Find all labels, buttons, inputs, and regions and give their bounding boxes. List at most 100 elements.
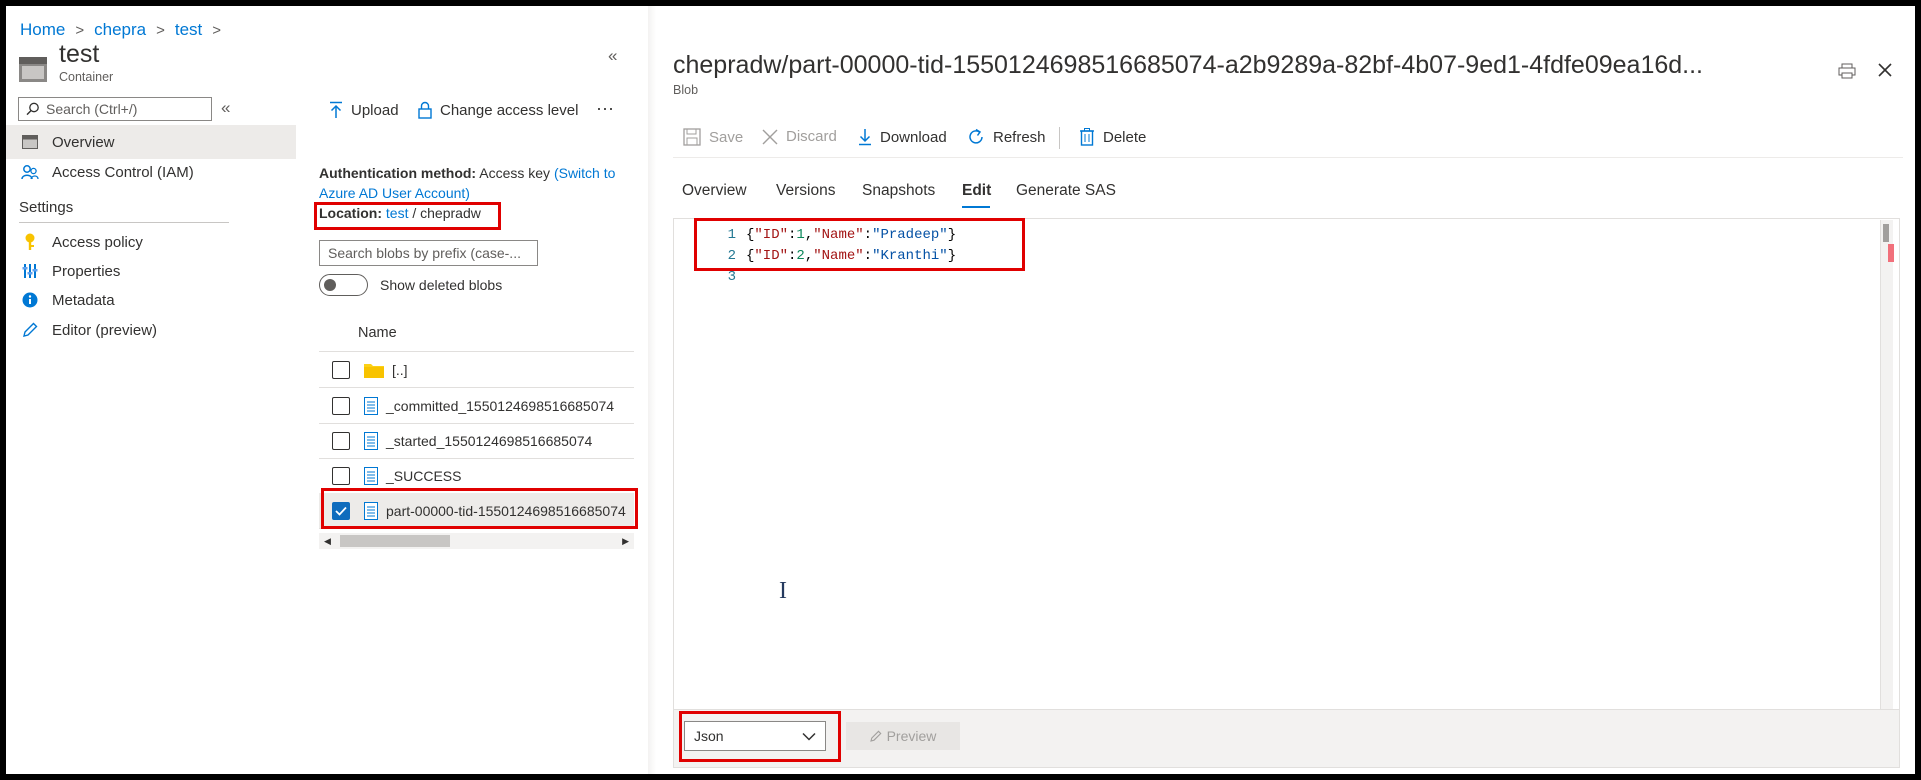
refresh-label: Refresh bbox=[993, 128, 1046, 146]
trash-icon bbox=[1080, 128, 1094, 146]
blade-separator bbox=[648, 6, 656, 774]
auth-label: Authentication method: bbox=[319, 165, 477, 181]
row-checkbox[interactable] bbox=[332, 396, 350, 415]
page-subtitle: Container bbox=[59, 70, 114, 84]
auth-value: Access key bbox=[479, 165, 551, 181]
info-icon bbox=[20, 292, 40, 308]
scrollbar-thumb[interactable] bbox=[340, 535, 450, 547]
pencil-icon bbox=[20, 322, 40, 338]
blob-name: _committed_1550124698516685074 bbox=[386, 397, 615, 414]
tab-overview[interactable]: Overview bbox=[682, 182, 747, 200]
overview-icon bbox=[20, 135, 40, 149]
auth-method: Authentication method: Access key (Switc… bbox=[319, 163, 639, 183]
editor-vertical-scrollbar[interactable] bbox=[1880, 220, 1894, 710]
row-checkbox[interactable] bbox=[332, 431, 350, 450]
properties-icon bbox=[20, 263, 40, 279]
line-number: 3 bbox=[727, 269, 736, 285]
row-checkbox[interactable] bbox=[332, 466, 350, 485]
scroll-left-icon[interactable]: ◀ bbox=[324, 536, 331, 547]
download-icon bbox=[859, 129, 871, 146]
azure-portal-window: Home > chepra > test > test Container Se… bbox=[6, 6, 1915, 774]
breadcrumb-home[interactable]: Home bbox=[20, 20, 65, 40]
blob-search-input[interactable]: Search blobs by prefix (case-... bbox=[319, 240, 538, 266]
switch-auth-link-cont[interactable]: Azure AD User Account) bbox=[319, 183, 470, 203]
horizontal-scrollbar[interactable]: ◀ ▶ bbox=[319, 533, 634, 549]
search-icon bbox=[26, 102, 39, 116]
refresh-icon bbox=[969, 128, 983, 144]
sidebar-item-label: Properties bbox=[52, 262, 121, 280]
location-highlight bbox=[314, 202, 501, 230]
sidebar-item-overview[interactable]: Overview bbox=[6, 125, 296, 159]
sidebar-item-editor[interactable]: Editor (preview) bbox=[6, 313, 296, 347]
toolbar-bottom-divider bbox=[673, 157, 1903, 158]
settings-section-header: Settings bbox=[19, 199, 74, 216]
blob-subtitle: Blob bbox=[673, 83, 699, 97]
delete-label: Delete bbox=[1103, 128, 1147, 146]
discard-button[interactable]: Discard bbox=[762, 128, 837, 145]
sidebar-item-access-control[interactable]: Access Control (IAM) bbox=[6, 155, 296, 189]
show-deleted-toggle[interactable] bbox=[319, 274, 368, 296]
pencil-icon bbox=[869, 730, 882, 742]
container-icon bbox=[18, 54, 48, 84]
save-icon bbox=[683, 128, 701, 146]
sidebar-item-label: Overview bbox=[52, 133, 115, 151]
download-button[interactable]: Download bbox=[858, 128, 947, 146]
lock-icon bbox=[418, 101, 432, 119]
sidebar-item-metadata[interactable]: Metadata bbox=[6, 283, 296, 317]
blob-row[interactable]: _started_1550124698516685074 bbox=[319, 423, 634, 459]
more-options-icon[interactable]: ··· bbox=[596, 98, 614, 119]
preview-label: Preview bbox=[886, 728, 937, 744]
page-title: test bbox=[59, 40, 100, 68]
blob-row[interactable]: _committed_1550124698516685074 bbox=[319, 388, 634, 424]
tab-versions[interactable]: Versions bbox=[776, 182, 835, 200]
code-editor[interactable] bbox=[673, 218, 1900, 768]
blob-title: chepradw/part-00000-tid-1550124698516685… bbox=[673, 51, 1704, 79]
refresh-button[interactable]: Refresh bbox=[967, 128, 1046, 146]
save-label: Save bbox=[709, 128, 744, 146]
chevron-right-icon: > bbox=[75, 21, 85, 39]
format-highlight bbox=[679, 711, 841, 762]
upload-label: Upload bbox=[351, 101, 399, 119]
collapse-blade-icon[interactable]: « bbox=[608, 46, 617, 66]
code-highlight bbox=[694, 218, 1025, 271]
row-checkbox[interactable] bbox=[332, 360, 350, 379]
tab-snapshots[interactable]: Snapshots bbox=[862, 182, 935, 200]
blob-name: _started_1550124698516685074 bbox=[386, 432, 593, 449]
tab-edit[interactable]: Edit bbox=[962, 182, 991, 200]
file-icon bbox=[364, 431, 378, 450]
sidebar-item-label: Access policy bbox=[52, 233, 143, 251]
close-icon[interactable] bbox=[1877, 62, 1893, 78]
scrollbar-thumb[interactable] bbox=[1883, 224, 1889, 242]
breadcrumb-account[interactable]: chepra bbox=[94, 20, 146, 40]
menu-search-placeholder: Search (Ctrl+/) bbox=[46, 101, 138, 117]
blob-row-parent[interactable]: [..] bbox=[319, 352, 634, 388]
file-icon bbox=[364, 396, 378, 415]
menu-search-input[interactable]: Search (Ctrl+/) bbox=[18, 97, 212, 121]
save-button[interactable]: Save bbox=[683, 128, 743, 146]
blob-search-placeholder: Search blobs by prefix (case-... bbox=[328, 245, 521, 261]
change-access-level-button[interactable]: Change access level bbox=[418, 101, 578, 119]
name-column-header[interactable]: Name bbox=[358, 325, 397, 341]
people-icon bbox=[20, 164, 40, 180]
folder-icon bbox=[364, 363, 384, 378]
toggle-knob bbox=[324, 279, 336, 291]
upload-button[interactable]: Upload bbox=[329, 101, 399, 119]
blob-name: _SUCCESS bbox=[386, 467, 462, 484]
sidebar-item-label: Editor (preview) bbox=[52, 321, 158, 339]
error-marker bbox=[1888, 244, 1894, 262]
sidebar-item-label: Access Control (IAM) bbox=[52, 163, 194, 181]
show-deleted-label: Show deleted blobs bbox=[380, 277, 503, 293]
delete-button[interactable]: Delete bbox=[1079, 128, 1146, 146]
breadcrumb-container[interactable]: test bbox=[175, 20, 202, 40]
discard-icon bbox=[762, 129, 778, 144]
switch-auth-link[interactable]: (Switch to bbox=[554, 165, 615, 181]
sidebar-item-label: Metadata bbox=[52, 291, 115, 309]
collapse-menu-icon[interactable]: « bbox=[221, 98, 230, 118]
print-icon[interactable] bbox=[1838, 63, 1856, 79]
scroll-right-icon[interactable]: ▶ bbox=[622, 536, 629, 547]
chevron-right-icon: > bbox=[156, 21, 165, 39]
preview-button[interactable]: Preview bbox=[846, 722, 960, 750]
tab-generate-sas[interactable]: Generate SAS bbox=[1016, 182, 1116, 200]
change-access-label: Change access level bbox=[440, 101, 579, 119]
upload-icon bbox=[330, 101, 342, 118]
